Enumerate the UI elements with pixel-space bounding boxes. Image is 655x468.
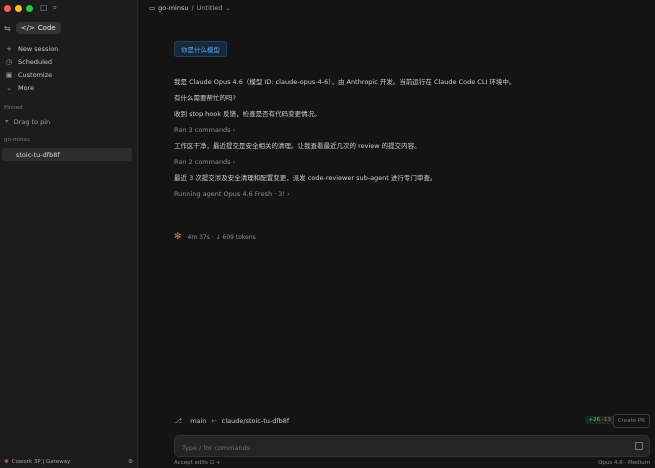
tool-call-summary[interactable]: Ran 3 commands › bbox=[174, 126, 634, 142]
claude-logo-icon: ✻ bbox=[4, 459, 9, 465]
chevron-down-icon: ⌄ bbox=[225, 4, 231, 12]
composer bbox=[174, 435, 650, 457]
user-message-bubble: 你是什么模型 bbox=[174, 41, 227, 57]
code-mode-label: Code bbox=[37, 24, 56, 32]
code-icon: </> bbox=[20, 24, 35, 32]
model-selector[interactable]: Opus 4.6 · Medium bbox=[598, 460, 650, 468]
sidebar-item-label: Scheduled bbox=[18, 57, 52, 66]
sidebar: ▢ ⌕ ⇆ </> Code + New session ◷ Scheduled… bbox=[0, 0, 138, 468]
assistant-text: 工作区干净，最近提交是安全相关的清理。让我查看最近几次的 review 的提交内… bbox=[174, 142, 421, 150]
sidebar-toggle-icon[interactable]: ▢ bbox=[40, 3, 48, 13]
session-title: Untitled bbox=[196, 4, 223, 12]
sidebar-item-customize[interactable]: ▣ Customize bbox=[0, 68, 137, 81]
sidebar-item-label: Customize bbox=[18, 70, 53, 79]
breadcrumb-separator: / bbox=[191, 4, 194, 12]
sidebar-nav: + New session ◷ Scheduled ▣ Customize ⌄ … bbox=[0, 42, 137, 94]
user-message-text: 你是什么模型 bbox=[181, 46, 220, 54]
mode-row: ⇆ </> Code bbox=[4, 22, 61, 34]
assistant-text: 我是 Claude Opus 4.6（模型 ID: claude-opus-4-… bbox=[174, 78, 516, 86]
sidebar-item-more[interactable]: ⌄ More bbox=[0, 81, 137, 94]
breadcrumb-project: go-minsu bbox=[158, 4, 189, 12]
additions-count: +26 bbox=[588, 417, 601, 423]
assistant-text: 有什么需要帮忙的吗? bbox=[174, 94, 236, 102]
minimize-window-button[interactable] bbox=[15, 5, 22, 12]
sidebar-item-scheduled[interactable]: ◷ Scheduled bbox=[0, 55, 137, 68]
base-branch[interactable]: main bbox=[190, 417, 206, 425]
drag-to-pin-label: Drag to pin bbox=[13, 117, 51, 126]
spinner-icon: ✻ bbox=[174, 232, 182, 242]
swap-icon[interactable]: ⇆ bbox=[4, 24, 11, 33]
send-icon[interactable] bbox=[635, 442, 643, 450]
drag-to-pin: ⌖ Drag to pin bbox=[5, 117, 50, 126]
sidebar-item-label: More bbox=[18, 83, 35, 92]
clock-icon: ◷ bbox=[5, 57, 13, 66]
code-mode-button[interactable]: </> Code bbox=[15, 22, 61, 34]
diff-stats[interactable]: +26 -13 bbox=[585, 416, 614, 424]
prompt-input[interactable] bbox=[180, 441, 624, 454]
create-pr-button[interactable]: Create PR bbox=[612, 414, 650, 428]
status-text: 4m 37s · ↓ 609 tokens bbox=[187, 233, 256, 241]
close-window-button[interactable] bbox=[4, 5, 11, 12]
working-status: ✻ 4m 37s · ↓ 609 tokens bbox=[174, 232, 256, 242]
sidebar-footer: ✻ Cowork 3P | Gateway ⚙ bbox=[0, 456, 137, 468]
assistant-transcript: 我是 Claude Opus 4.6（模型 ID: claude-opus-4-… bbox=[174, 78, 634, 206]
main-panel: ▭ go-minsu / Untitled ⌄ 你是什么模型 我是 Claude… bbox=[138, 0, 655, 468]
accept-edits-toggle[interactable]: Accept edits ⊡ + bbox=[174, 460, 221, 468]
assistant-text: 收到 stop hook 反馈，检查是否有代码变更情况。 bbox=[174, 110, 321, 118]
plus-icon: + bbox=[6, 44, 12, 53]
folder-icon: ▭ bbox=[149, 4, 156, 12]
workspace-switcher[interactable]: ✻ Cowork 3P | Gateway bbox=[4, 459, 70, 465]
settings-icon[interactable]: ⚙ bbox=[128, 459, 133, 465]
breadcrumb[interactable]: ▭ go-minsu / Untitled ⌄ bbox=[149, 4, 231, 12]
pinned-heading: Pinned bbox=[4, 105, 23, 111]
add-icon[interactable]: + bbox=[216, 460, 221, 466]
chevron-down-icon: ⌄ bbox=[6, 83, 12, 92]
branch-arrow: ← bbox=[211, 417, 217, 425]
window-controls bbox=[4, 5, 33, 12]
branch-bar: ⎇ main ← claude/stoic-tu-dfb8f +26 -13 Cr… bbox=[174, 413, 650, 429]
sidebar-item-label: New session bbox=[18, 44, 59, 53]
target-branch[interactable]: claude/stoic-tu-dfb8f bbox=[222, 417, 289, 425]
session-label: stoic-tu-dfb8f bbox=[16, 150, 60, 159]
zoom-window-button[interactable] bbox=[26, 5, 33, 12]
branch-icon: ⎇ bbox=[174, 417, 183, 425]
running-agent-summary[interactable]: Running agent Opus 4.6 Fresh · 3! › bbox=[174, 190, 634, 206]
sidebar-session-item[interactable]: stoic-tu-dfb8f bbox=[2, 148, 132, 161]
assistant-text: 最近 3 次提交涉及安全清理和配置变更，派发 code-reviewer sub… bbox=[174, 174, 437, 182]
project-group-heading: go-minsu bbox=[4, 137, 30, 143]
composer-options: Accept edits ⊡ + Opus 4.6 · Medium bbox=[174, 460, 650, 468]
briefcase-icon: ▣ bbox=[5, 70, 13, 79]
search-icon[interactable]: ⌕ bbox=[53, 3, 57, 13]
tool-call-summary[interactable]: Ran 2 commands › bbox=[174, 158, 634, 174]
sidebar-item-new-session[interactable]: + New session bbox=[0, 42, 137, 55]
pin-icon: ⌖ bbox=[5, 117, 9, 125]
sidebar-top-icons: ▢ ⌕ bbox=[40, 3, 57, 13]
accept-edits-label: Accept edits bbox=[174, 460, 208, 466]
workspace-label: Cowork 3P | Gateway bbox=[11, 459, 71, 465]
deletions-count: -13 bbox=[602, 417, 611, 423]
